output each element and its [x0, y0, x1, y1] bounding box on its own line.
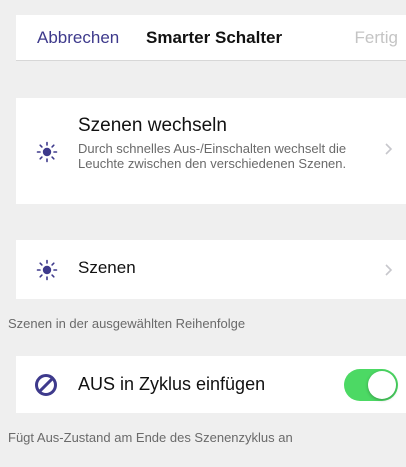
scenes-row[interactable]: Szenen — [16, 240, 406, 299]
scenes-title: Szenen — [78, 258, 136, 277]
done-button[interactable]: Fertig — [355, 28, 398, 48]
off-in-cycle-toggle[interactable] — [344, 369, 398, 401]
page-title: Smarter Schalter — [146, 28, 283, 47]
off-in-cycle-caption: Fügt Aus-Zustand am Ende des Szenenzyklu… — [8, 430, 293, 445]
scenes-caption: Szenen in der ausgewählten Reihenfolge — [8, 316, 246, 331]
toggle-knob — [368, 371, 396, 399]
navigation-bar: Abbrechen Smarter Schalter Fertig — [16, 15, 406, 61]
scene-switch-title: Szenen wechseln — [78, 115, 227, 136]
scene-switch-row[interactable]: Szenen wechseln Durch schnelles Aus-/Ein… — [16, 98, 406, 204]
off-in-cycle-title: AUS in Zyklus einfügen — [78, 374, 266, 394]
sun-icon — [36, 259, 58, 281]
chevron-right-icon — [384, 263, 394, 277]
sun-icon — [36, 141, 58, 163]
chevron-right-icon — [384, 142, 394, 156]
ban-icon — [34, 373, 58, 397]
cancel-button[interactable]: Abbrechen — [37, 28, 119, 48]
scene-switch-description: Durch schnelles Aus-/Einschalten wechsel… — [78, 141, 347, 171]
off-in-cycle-row: AUS in Zyklus einfügen — [16, 356, 406, 413]
